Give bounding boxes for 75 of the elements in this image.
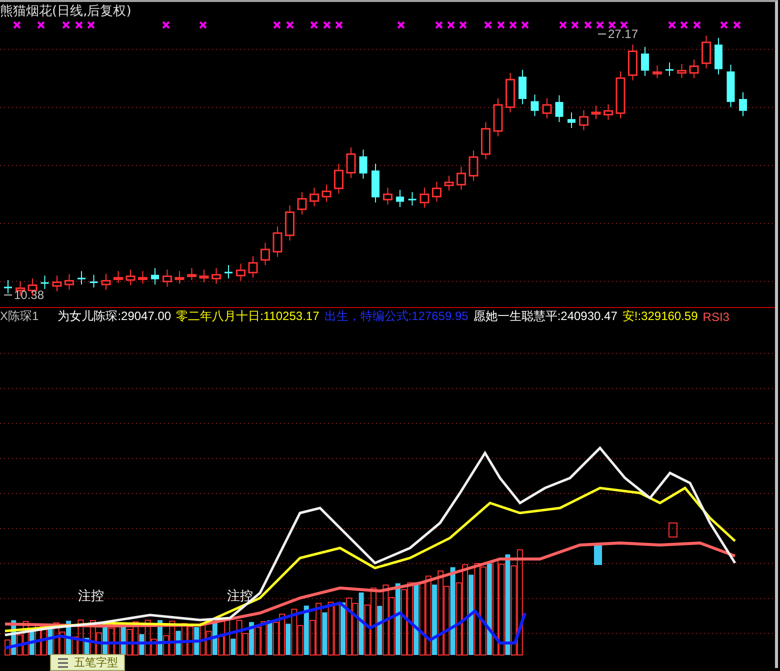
candlestick — [297, 192, 307, 215]
candlestick — [604, 104, 613, 120]
candlestick — [481, 122, 490, 160]
candlestick — [162, 269, 172, 288]
candlestick — [677, 63, 686, 79]
candlestick — [4, 280, 12, 294]
candlestick — [322, 184, 332, 202]
candlestick — [272, 226, 282, 258]
candlestick — [383, 187, 392, 206]
candlestick — [372, 163, 380, 204]
candlestick — [518, 69, 526, 105]
candlestick — [739, 92, 747, 117]
candlestick — [493, 98, 503, 137]
chart-annotation: 注控 — [227, 589, 253, 604]
candlestick — [310, 187, 319, 207]
candlestick — [174, 270, 184, 284]
keyboard-icon — [57, 658, 69, 668]
candlestick — [138, 270, 148, 284]
indicator-value: 为女儿陈琛:29047.00 — [58, 308, 172, 325]
histogram-bar — [668, 522, 678, 538]
candlestick — [236, 263, 246, 282]
candlestick — [346, 146, 356, 178]
candlestick — [555, 94, 564, 123]
candlestick — [641, 46, 649, 76]
candlestick — [212, 268, 221, 284]
candlestick — [616, 70, 626, 119]
candlestick — [248, 256, 258, 278]
candlestick — [260, 242, 270, 266]
candlestick — [101, 274, 111, 290]
candlestick — [628, 44, 638, 81]
candlestick — [224, 264, 232, 280]
chart-annotation: 注控 — [78, 589, 104, 604]
candlestick — [432, 181, 442, 202]
candlestick — [90, 274, 98, 288]
input-mode-label: 五笔字型 — [74, 655, 118, 670]
candlestick — [64, 274, 74, 290]
candlestick — [199, 269, 209, 283]
candlestick — [40, 275, 49, 290]
candlestick — [396, 189, 404, 208]
candlestick — [702, 35, 711, 69]
candlestick — [408, 192, 416, 206]
candlestick — [689, 59, 699, 79]
chart-title: 熊猫烟花(日线,后复权) — [0, 3, 132, 20]
indicator-value: RSI3 — [702, 310, 730, 324]
candlestick — [714, 37, 722, 75]
candlestick — [126, 269, 136, 286]
candlestick — [542, 98, 552, 119]
candlestick — [78, 270, 86, 285]
candlestick — [359, 149, 368, 180]
candlestick — [114, 270, 123, 284]
candlestick — [151, 268, 159, 285]
candlestick — [652, 64, 662, 79]
candlestick — [579, 110, 588, 131]
indicator-name: X陈琛1 — [0, 308, 39, 325]
candlestick — [444, 175, 454, 192]
candlestick — [666, 62, 674, 76]
candlestick — [456, 166, 466, 190]
candlestick — [726, 64, 735, 108]
candlestick — [591, 105, 601, 120]
indicator-value: 零二年八月十日:110253.17 — [176, 308, 320, 325]
candlestick — [568, 112, 576, 129]
candlestick — [334, 163, 344, 194]
price-label: 10.38 — [4, 288, 44, 302]
ime-status-bar[interactable]: 五笔字型 — [50, 654, 125, 671]
candlestick — [530, 94, 539, 117]
candlestick — [468, 150, 478, 182]
candlestick — [285, 205, 294, 242]
price-label: 27.17 — [598, 27, 638, 41]
candlestick — [52, 275, 62, 292]
indicator-value: 愿她一生聪慧平:240930.47 — [473, 308, 618, 325]
candlestick — [420, 187, 430, 208]
indicator-value: 安!:329160.59 — [622, 308, 698, 325]
indicator-value: 出生，特编公式:127659.95 — [324, 308, 468, 325]
candlestick — [187, 268, 196, 281]
candlestick — [506, 72, 515, 113]
